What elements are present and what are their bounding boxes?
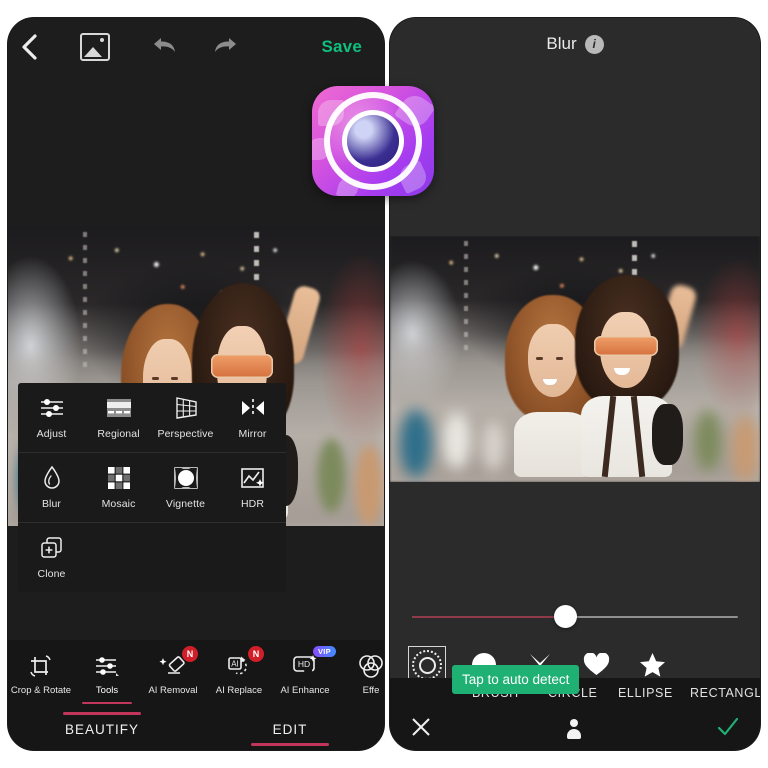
tools-grid-row: Blur Mosaic Vignette HDR bbox=[18, 453, 286, 523]
bottom-tool-label: AI Removal bbox=[148, 685, 198, 696]
tool-label: Mirror bbox=[238, 428, 267, 440]
tab-edit[interactable]: EDIT bbox=[196, 721, 384, 746]
blur-intensity-slider[interactable] bbox=[412, 605, 738, 628]
svg-text:AI: AI bbox=[231, 660, 239, 669]
tool-label: HDR bbox=[240, 498, 265, 510]
right-bottom-bar bbox=[390, 708, 760, 750]
camera-lens-inner bbox=[347, 115, 399, 167]
undo-arrow-icon[interactable] bbox=[152, 34, 178, 61]
sliders-icon bbox=[94, 652, 120, 680]
tab-beautify[interactable]: BEAUTIFY bbox=[8, 711, 196, 737]
tab-underline-beautify bbox=[63, 711, 141, 715]
hdr-photo-icon bbox=[240, 465, 266, 491]
tool-vignette[interactable]: Vignette bbox=[152, 453, 219, 522]
tool-blur[interactable]: Blur bbox=[18, 453, 85, 522]
bottom-tool-ai-removal[interactable]: AI Removal N bbox=[140, 640, 206, 708]
bottom-tool-tools[interactable]: Tools bbox=[74, 640, 140, 708]
svg-text:HD: HD bbox=[298, 659, 310, 669]
photo-icon[interactable] bbox=[80, 33, 110, 61]
right-top-bar: Blur i bbox=[390, 18, 760, 70]
mode-tab-ellipse[interactable]: ELLIPSE bbox=[618, 686, 673, 700]
bottom-tool-label: AI Replace bbox=[215, 685, 263, 696]
screenshot-stage: Save Adjust Regional Perspective Mirror … bbox=[0, 0, 768, 768]
left-tab-bar: BEAUTIFY EDIT bbox=[8, 708, 384, 750]
auto-detect-icon bbox=[412, 650, 442, 680]
tab-label: BEAUTIFY bbox=[64, 721, 139, 737]
effects-circles-icon bbox=[356, 652, 384, 680]
heart-icon bbox=[583, 653, 609, 675]
tool-label: Adjust bbox=[36, 428, 67, 440]
bottom-tool-label: AI Enhance bbox=[280, 685, 330, 696]
bottom-tool-label: Tools bbox=[95, 685, 119, 696]
bottom-tool-label: Crop & Rotate bbox=[10, 685, 72, 696]
tool-label: Clone bbox=[37, 568, 66, 580]
left-bottom-toolbar: Crop & Rotate Tools AI Removal N AI AI R… bbox=[8, 640, 384, 708]
slider-knob[interactable] bbox=[554, 605, 578, 628]
close-x-icon[interactable] bbox=[410, 716, 432, 743]
regional-gradient-icon bbox=[105, 395, 133, 421]
bottom-tool-ai-replace[interactable]: AI AI Replace N bbox=[206, 640, 272, 708]
tool-mirror[interactable]: Mirror bbox=[219, 383, 286, 452]
tools-grid-row: Adjust Regional Perspective Mirror bbox=[18, 383, 286, 453]
tool-label: Regional bbox=[97, 428, 140, 440]
back-icon[interactable] bbox=[8, 18, 52, 76]
mirror-icon bbox=[239, 395, 267, 421]
tab-underline-edit bbox=[251, 742, 329, 746]
water-drop-icon bbox=[42, 465, 62, 491]
tools-grid-popup: Adjust Regional Perspective Mirror Blur … bbox=[18, 383, 286, 592]
perspective-grid-icon bbox=[173, 395, 199, 421]
tool-clone[interactable]: Clone bbox=[18, 523, 85, 592]
tool-hdr[interactable]: HDR bbox=[219, 453, 286, 522]
right-phone-panel: Blur i Tap to auto detect ELLIPSE RECTAN… bbox=[390, 18, 760, 750]
bottom-tool-label: Effe bbox=[362, 685, 380, 696]
right-controls: Tap to auto detect BRUSH CIRCLE ELLIPSE … bbox=[390, 590, 760, 750]
clone-plus-icon bbox=[39, 535, 65, 561]
tools-grid-row: Clone bbox=[18, 523, 286, 592]
tool-perspective[interactable]: Perspective bbox=[152, 383, 219, 452]
youcam-perfect-app-icon bbox=[312, 86, 434, 196]
bottom-tool-crop-rotate[interactable]: Crop & Rotate bbox=[8, 640, 74, 708]
tool-label: Mosaic bbox=[101, 498, 136, 510]
active-tool-underline bbox=[82, 701, 132, 704]
person-icon[interactable] bbox=[566, 719, 582, 739]
star-icon bbox=[639, 653, 665, 677]
tool-label: Blur bbox=[41, 498, 62, 510]
sliders-icon bbox=[39, 395, 65, 421]
mode-tab-rectangle[interactable]: RECTANGLE bbox=[690, 686, 760, 700]
page-title: Blur bbox=[546, 34, 577, 53]
check-icon[interactable] bbox=[716, 716, 740, 743]
tab-label: EDIT bbox=[272, 721, 308, 737]
bottom-tool-ai-enhance[interactable]: HD AI Enhance VIP bbox=[272, 640, 338, 708]
info-icon[interactable]: i bbox=[584, 34, 604, 54]
right-editor-canvas bbox=[390, 70, 760, 590]
tool-label: Perspective bbox=[157, 428, 214, 440]
bottom-tool-effects[interactable]: Effe bbox=[338, 640, 384, 708]
person-right bbox=[575, 275, 683, 478]
slider-fill bbox=[412, 616, 566, 618]
redo-arrow-icon[interactable] bbox=[212, 34, 238, 61]
mosaic-grid-icon bbox=[106, 465, 132, 491]
new-badge: N bbox=[248, 646, 264, 662]
crop-rotate-icon bbox=[27, 652, 55, 680]
tool-label: Vignette bbox=[165, 498, 206, 510]
tool-regional[interactable]: Regional bbox=[85, 383, 152, 452]
new-badge: N bbox=[182, 646, 198, 662]
vignette-icon bbox=[173, 465, 199, 491]
tool-mosaic[interactable]: Mosaic bbox=[85, 453, 152, 522]
left-top-bar: Save bbox=[8, 18, 384, 76]
right-photo-preview[interactable] bbox=[390, 236, 760, 482]
vip-badge: VIP bbox=[313, 646, 336, 657]
auto-detect-tooltip: Tap to auto detect bbox=[452, 665, 580, 694]
save-button[interactable]: Save bbox=[321, 37, 362, 57]
tool-adjust[interactable]: Adjust bbox=[18, 383, 85, 452]
